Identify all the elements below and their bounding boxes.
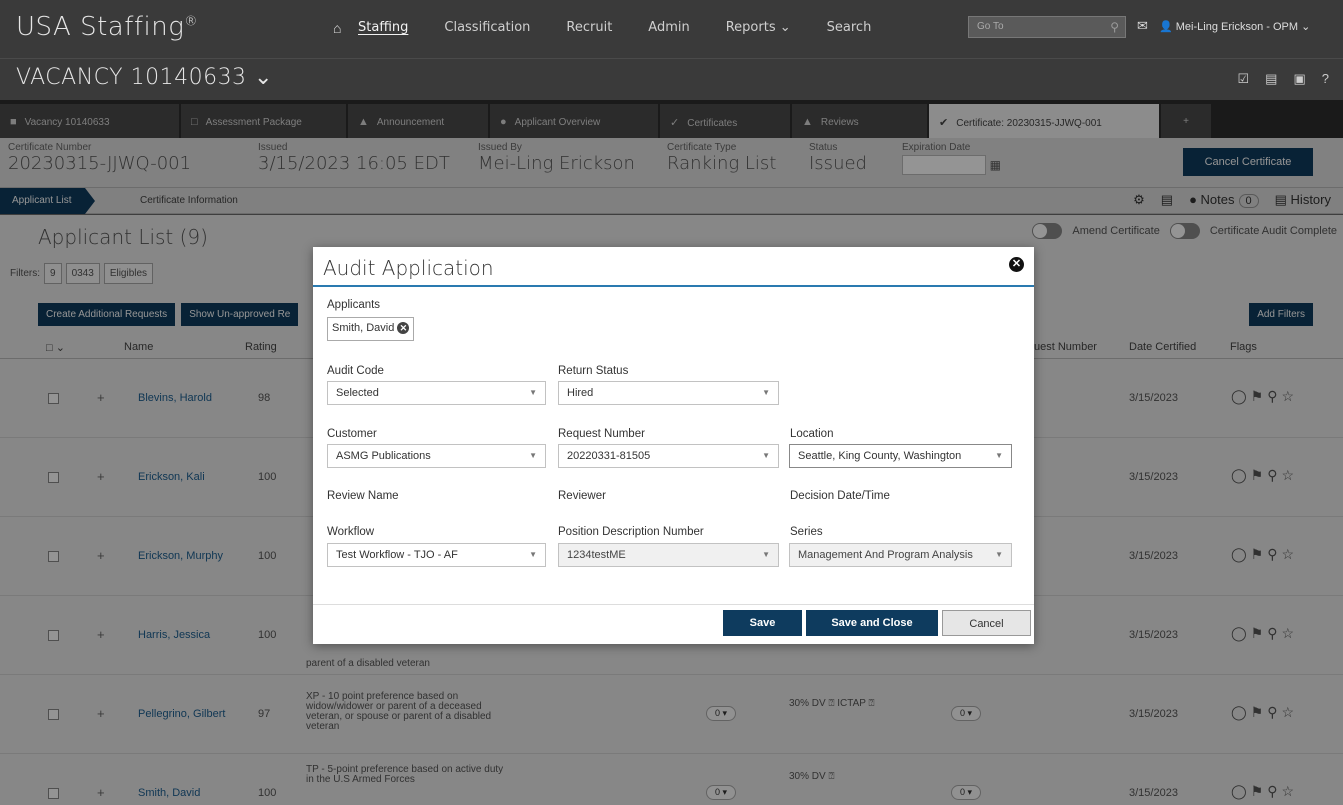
modal-title: Audit Application [323,256,494,280]
chevron-down-icon: ▼ [762,451,770,460]
review-name-label: Review Name [327,490,399,502]
applicant-chip: Smith, David ✕ [327,317,415,341]
nav-search[interactable]: Search [827,20,872,35]
nav-recruit[interactable]: Recruit [566,20,612,35]
close-icon[interactable]: ✕ [1009,257,1024,272]
vacancy-bar: VACANCY 10140633 ⌄ ☑ ▤ ▣ ? [0,58,1343,100]
chevron-down-icon: ▼ [529,550,537,559]
user-name: Mei-Ling Erickson - OPM ⌄ [1175,21,1311,33]
save-and-close-button[interactable]: Save and Close [806,610,938,636]
home-icon[interactable]: ⌂ [333,20,341,36]
nav-classification[interactable]: Classification [444,20,530,35]
request-number-select[interactable]: 20220331-81505 ▼ [558,444,779,468]
applicants-label: Applicants [327,299,381,311]
help-icon[interactable]: ? [1322,71,1329,87]
chevron-down-icon: ▼ [529,451,537,460]
chevron-down-icon: ▼ [529,388,537,397]
location-select[interactable]: Seattle, King County, Washington ▼ [789,444,1012,468]
modal-header: Audit Application ✕ [313,247,1034,287]
user-menu[interactable]: 👤 Mei-Ling Erickson - OPM ⌄ [1159,20,1310,33]
return-status-label: Return Status [558,365,629,377]
nav-admin[interactable]: Admin [648,20,689,35]
chevron-down-icon: ▼ [995,550,1003,559]
customer-label: Customer [327,428,377,440]
search-icon[interactable]: ⚲ [1110,20,1119,34]
mail-icon[interactable]: ✉ [1137,18,1148,34]
goto-input[interactable]: Go To ⚲ [968,16,1126,38]
workflow-label: Workflow [327,526,375,538]
location-label: Location [790,428,834,440]
main-nav: Staffing Classification Recruit Admin Re… [358,20,907,35]
save-button[interactable]: Save [723,610,802,636]
reviewer-label: Reviewer [558,490,606,502]
decision-datetime-label: Decision Date/Time [790,490,890,502]
audit-code-select[interactable]: Selected ▼ [327,381,546,405]
series-label: Series [790,526,823,538]
chevron-down-icon: ▼ [762,388,770,397]
inbox-icon[interactable]: ▤ [1265,71,1277,87]
chevron-down-icon: ▼ [762,550,770,559]
pd-number-label: Position Description Number [558,526,704,538]
nav-reports[interactable]: Reports ⌄ [726,20,791,35]
workflow-select[interactable]: Test Workflow - TJO - AF ▼ [327,543,546,567]
vacancy-actions: ☑ ▤ ▣ ? [1238,71,1329,87]
request-number-label: Request Number [558,428,645,440]
audit-application-modal: Audit Application ✕ Applicants Smith, Da… [313,247,1034,644]
return-status-select[interactable]: Hired ▼ [558,381,779,405]
comment-icon[interactable]: ▣ [1293,71,1305,87]
checklist-icon[interactable]: ☑ [1238,71,1250,87]
nav-staffing[interactable]: Staffing [358,20,408,35]
remove-chip-icon[interactable]: ✕ [397,322,410,334]
customer-select[interactable]: ASMG Publications ▼ [327,444,546,468]
cancel-button[interactable]: Cancel [942,610,1031,636]
series-select: Management And Program Analysis ▼ [789,543,1012,567]
top-navbar: USA Staffing® ⌂ Staffing Classification … [0,0,1343,58]
modal-footer-divider [313,604,1034,605]
pd-number-select: 1234testME ▼ [558,543,779,567]
audit-code-label: Audit Code [327,365,384,377]
vacancy-title[interactable]: VACANCY 10140633 ⌄ [16,65,273,90]
brand-logo[interactable]: USA Staffing® [16,12,198,42]
chevron-down-icon: ▼ [995,451,1003,460]
